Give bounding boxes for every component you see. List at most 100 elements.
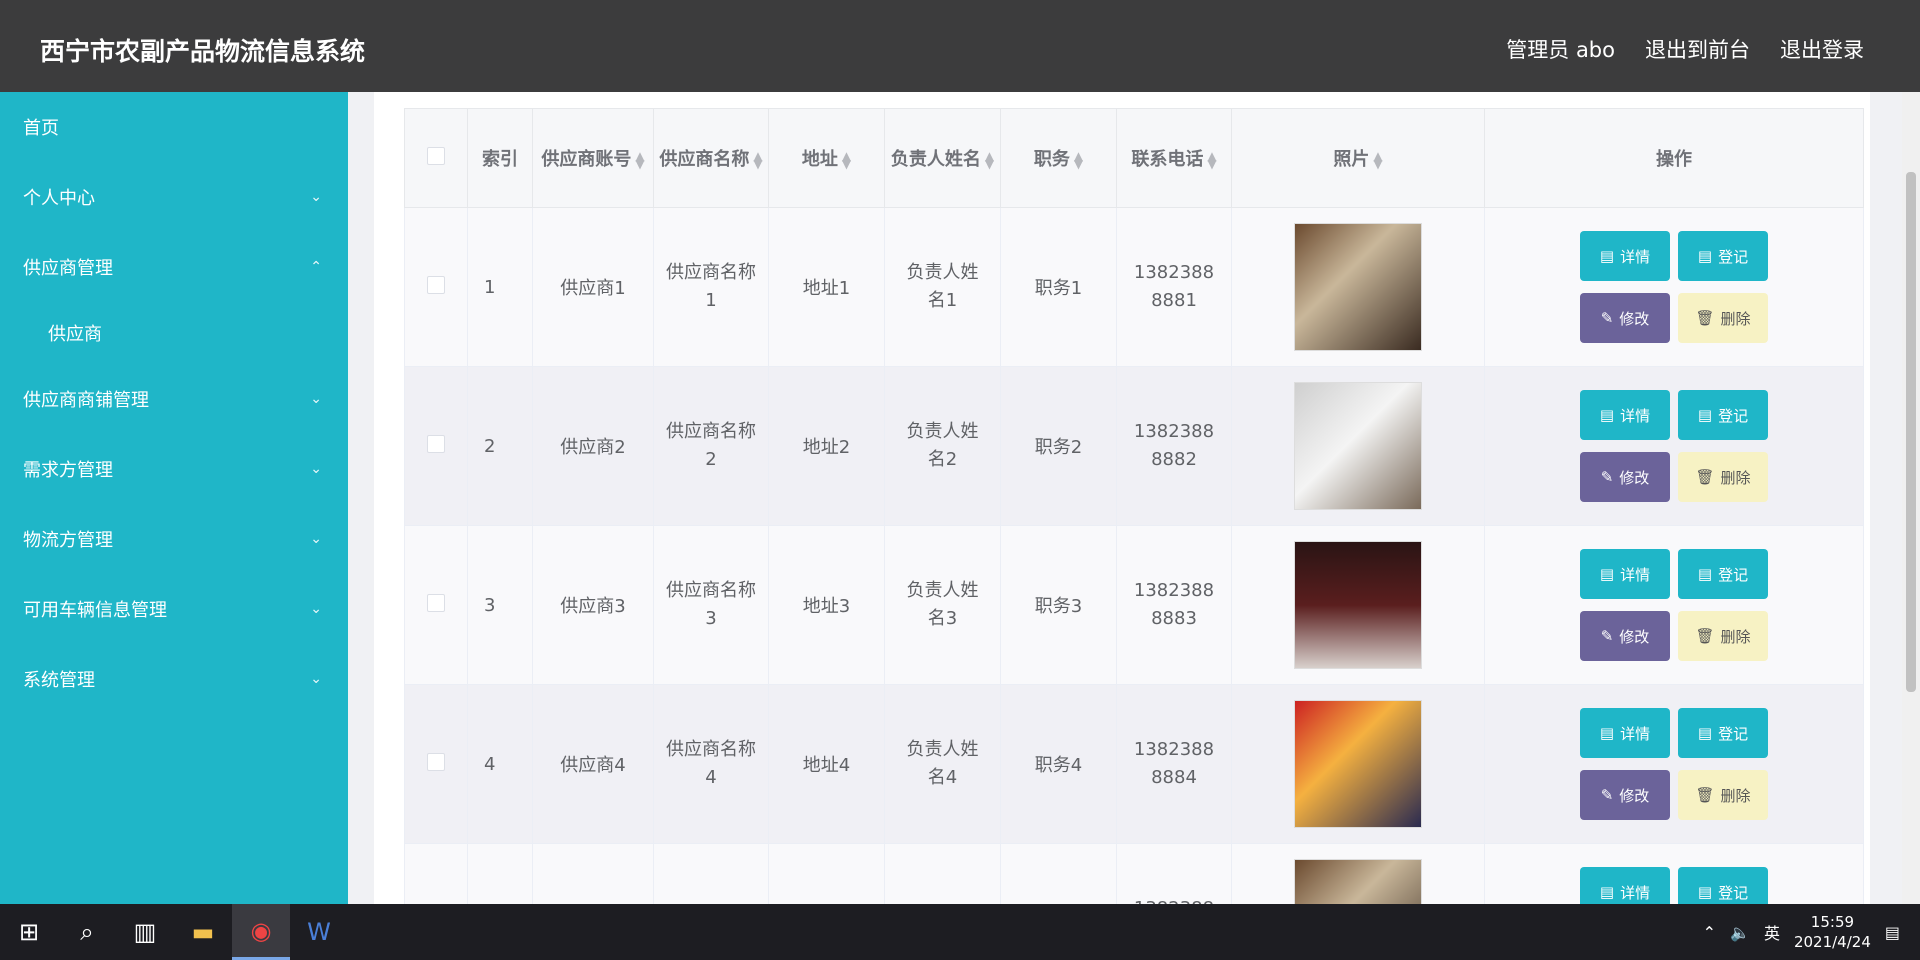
clock-time: 15:59	[1810, 913, 1855, 931]
sidebar-item-shop-management[interactable]: 供应商商铺管理 ⌄	[0, 364, 348, 434]
cell-phone: 13823888882	[1116, 366, 1232, 526]
row-select-cell[interactable]	[404, 843, 468, 904]
edit-button[interactable]: ✎ 修改	[1580, 770, 1670, 820]
cell-name: 供应商名称4	[653, 684, 769, 844]
supplier-photo[interactable]	[1294, 223, 1422, 351]
register-button[interactable]: ▤ 登记	[1678, 867, 1768, 904]
header-name[interactable]: 供应商名称 ▲ ▼	[653, 108, 769, 208]
row-checkbox[interactable]	[427, 752, 445, 771]
cell-photo	[1231, 684, 1485, 844]
chevron-down-icon: ⌄	[310, 531, 322, 547]
sort-icon[interactable]: ▲ ▼	[753, 150, 762, 170]
chevron-down-icon: ⌄	[310, 461, 322, 477]
sort-icon[interactable]: ▲ ▼	[1074, 150, 1083, 170]
supplier-photo[interactable]	[1294, 700, 1422, 828]
cell-photo	[1231, 843, 1485, 904]
chrome-icon[interactable]: ◉	[232, 904, 290, 960]
sort-icon[interactable]: ▲ ▼	[985, 150, 994, 170]
header-address[interactable]: 地址 ▲ ▼	[768, 108, 885, 208]
row-select-cell[interactable]	[404, 207, 468, 367]
row-checkbox[interactable]	[427, 434, 445, 453]
edit-button[interactable]: ✎ 修改	[1580, 611, 1670, 661]
clock[interactable]: 15:59 2021/4/24	[1794, 912, 1871, 952]
vertical-scrollbar[interactable]	[1902, 92, 1920, 904]
header-label: 照片	[1333, 149, 1370, 170]
header-phone[interactable]: 联系电话 ▲ ▼	[1116, 108, 1232, 208]
search-icon[interactable]: ⌕	[58, 904, 116, 960]
exit-to-front-link[interactable]: 退出到前台	[1645, 34, 1750, 64]
cell-index: 3	[467, 525, 533, 685]
cell-ops: ▤ 详情 ▤ 登记 ✎ 修改 🗑 删除	[1484, 684, 1864, 844]
sidebar-item-home[interactable]: 首页	[0, 92, 348, 162]
cell-ops: ▤ 详情 ▤ 登记 ✎ 修改 🗑 删除	[1484, 207, 1864, 367]
cell-address	[768, 843, 885, 904]
sort-icon[interactable]: ▲ ▼	[1373, 150, 1382, 170]
logout-link[interactable]: 退出登录	[1780, 34, 1864, 64]
header-photo[interactable]: 照片 ▲ ▼	[1231, 108, 1485, 208]
register-button[interactable]: ▤ 登记	[1678, 231, 1768, 281]
detail-button[interactable]: ▤ 详情	[1580, 549, 1670, 599]
select-all-checkbox[interactable]	[427, 146, 445, 165]
detail-button[interactable]: ▤ 详情	[1580, 867, 1670, 904]
register-button[interactable]: ▤ 登记	[1678, 390, 1768, 440]
sidebar-item-label: 系统管理	[23, 670, 95, 691]
detail-button-label: 详情	[1620, 247, 1651, 266]
row-select-cell[interactable]	[404, 684, 468, 844]
sidebar-item-label: 首页	[23, 118, 59, 139]
header-account[interactable]: 供应商账号 ▲ ▼	[532, 108, 654, 208]
detail-button[interactable]: ▤ 详情	[1580, 708, 1670, 758]
supplier-photo[interactable]	[1294, 541, 1422, 669]
row-select-cell[interactable]	[404, 525, 468, 685]
supplier-photo[interactable]	[1294, 859, 1422, 904]
sort-icon[interactable]: ▲ ▼	[842, 150, 851, 170]
cell-index	[467, 843, 533, 904]
header-ops: 操作	[1484, 108, 1864, 208]
cell-ops: ▤ 详情 ▤ 登记 ✎ 修改 🗑 删除	[1484, 525, 1864, 685]
row-checkbox[interactable]	[427, 275, 445, 294]
sidebar-item-logistics-management[interactable]: 物流方管理 ⌄	[0, 504, 348, 574]
sidebar-item-personal-center[interactable]: 个人中心 ⌄	[0, 162, 348, 232]
trash-icon: 🗑	[1695, 786, 1715, 804]
detail-button[interactable]: ▤ 详情	[1580, 390, 1670, 440]
delete-button[interactable]: 🗑 删除	[1678, 770, 1768, 820]
word-icon[interactable]: W	[290, 904, 348, 960]
volume-icon[interactable]: 🔈	[1730, 923, 1750, 942]
delete-button-label: 删除	[1720, 627, 1751, 646]
tray-chevron-up-icon[interactable]: ⌃	[1703, 923, 1716, 942]
sidebar-item-label: 供应商管理	[23, 258, 113, 279]
cell-name: 供应商名称2	[653, 366, 769, 526]
cell-address: 地址1	[768, 207, 885, 367]
row-checkbox[interactable]	[427, 593, 445, 612]
register-button[interactable]: ▤ 登记	[1678, 549, 1768, 599]
header-contact[interactable]: 负责人姓名 ▲ ▼	[884, 108, 1001, 208]
ime-indicator[interactable]: 英	[1764, 920, 1780, 944]
edit-button[interactable]: ✎ 修改	[1580, 293, 1670, 343]
cell-address: 地址2	[768, 366, 885, 526]
windows-start-icon[interactable]: ⊞	[0, 904, 58, 960]
register-button[interactable]: ▤ 登记	[1678, 708, 1768, 758]
task-view-icon[interactable]: ▥	[116, 904, 174, 960]
sidebar-item-supplier-management[interactable]: 供应商管理 ⌃	[0, 232, 348, 302]
cell-account: 供应商2	[532, 366, 654, 526]
delete-button[interactable]: 🗑 删除	[1678, 293, 1768, 343]
cell-photo	[1231, 525, 1485, 685]
scrollbar-thumb[interactable]	[1906, 172, 1916, 692]
notification-icon[interactable]: ▤	[1885, 923, 1900, 942]
cell-position: 职务2	[1000, 366, 1117, 526]
delete-button[interactable]: 🗑 删除	[1678, 611, 1768, 661]
file-explorer-icon[interactable]: ▬	[174, 904, 232, 960]
sort-icon[interactable]: ▲ ▼	[635, 150, 644, 170]
edit-button[interactable]: ✎ 修改	[1580, 452, 1670, 502]
sidebar-item-supplier[interactable]: 供应商	[0, 302, 348, 364]
sort-icon[interactable]: ▲ ▼	[1207, 150, 1216, 170]
supplier-photo[interactable]	[1294, 382, 1422, 510]
cell-photo	[1231, 366, 1485, 526]
delete-button[interactable]: 🗑 删除	[1678, 452, 1768, 502]
row-select-cell[interactable]	[404, 366, 468, 526]
detail-button[interactable]: ▤ 详情	[1580, 231, 1670, 281]
header-position[interactable]: 职务 ▲ ▼	[1000, 108, 1117, 208]
select-all-cell[interactable]	[404, 108, 468, 208]
sidebar-item-vehicle-management[interactable]: 可用车辆信息管理 ⌄	[0, 574, 348, 644]
sidebar-item-system-management[interactable]: 系统管理 ⌄	[0, 644, 348, 714]
sidebar-item-demander-management[interactable]: 需求方管理 ⌄	[0, 434, 348, 504]
